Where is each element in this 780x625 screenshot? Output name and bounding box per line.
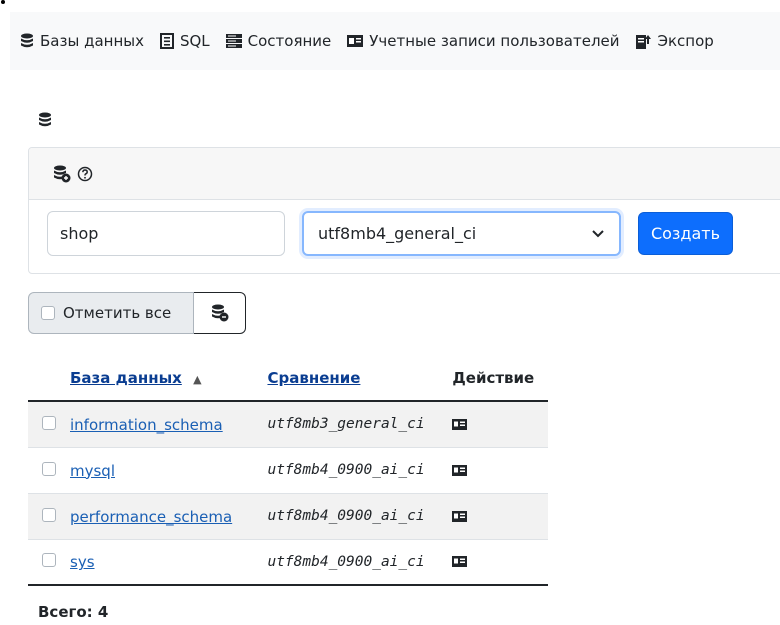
nav-label: Состояние [247,32,332,50]
action-cell [452,493,548,539]
check-all-checkbox[interactable] [41,306,55,320]
nav-label: Экспор [657,32,714,50]
privileges-icon[interactable] [452,556,468,568]
export-icon [635,35,651,49]
nav-item-sql[interactable]: SQL [159,32,210,50]
database-name-cell: sys [70,539,259,585]
table-row: performance_schema utf8mb4_0900_ai_ci [28,493,548,539]
database-link[interactable]: information_schema [70,416,223,434]
privileges-icon[interactable] [452,510,468,522]
row-checkbox-cell [28,401,70,447]
nav-item-status[interactable]: Состояние [225,32,332,50]
check-all-label: Отметить все [63,304,172,322]
database-icon [39,112,51,127]
database-name-cell: information_schema [70,401,259,447]
collation-cell: utf8mb3_general_ci [267,416,425,433]
row-checkbox[interactable] [42,415,56,430]
row-checkbox-cell [28,447,70,493]
database-link[interactable]: mysql [70,462,115,480]
nav-label: Учетные записи пользователей [369,32,620,50]
drop-database-button[interactable] [194,292,246,334]
database-remove-icon [211,304,228,322]
sort-by-collation-link[interactable]: Сравнение [267,369,360,387]
top-navigation: Базы данных SQL Состояние Учетные записи… [10,12,780,70]
table-row: sys utf8mb4_0900_ai_ci [28,539,548,585]
sort-by-database-link[interactable]: База данных [70,369,182,387]
database-link[interactable]: performance_schema [70,508,232,526]
nav-item-user-accounts[interactable]: Учетные записи пользователей [347,32,620,50]
collation-selected-value: utf8mb4_general_ci [318,224,477,243]
status-icon [225,34,242,48]
row-checkbox-cell [28,539,70,585]
sort-icon[interactable]: ▲ [193,373,201,386]
collation-cell: utf8mb4_0900_ai_ci [267,553,425,570]
total-count: Всего: 4 [38,603,109,621]
header-collation: Сравнение [259,356,453,402]
row-checkbox[interactable] [42,507,56,522]
collation-cell: utf8mb4_0900_ai_ci [267,462,425,478]
nav-item-databases[interactable]: Базы данных [20,32,144,50]
database-name-input[interactable] [47,211,285,256]
action-cell [452,401,548,447]
nav-label: Базы данных [40,32,144,50]
row-checkbox-cell [28,493,70,539]
card-header [29,148,780,200]
database-name-cell: mysql [70,447,259,493]
chevron-down-icon [592,229,604,237]
help-icon[interactable] [77,166,93,182]
action-cell [452,447,548,493]
collation-select[interactable]: utf8mb4_general_ci [302,211,621,256]
database-add-icon [54,165,71,182]
corner-dot [1,0,5,4]
header-database: База данных ▲ [70,356,260,402]
sql-icon [159,33,174,49]
row-checkbox[interactable] [42,553,56,568]
check-all-toggle[interactable]: Отметить все [28,292,194,334]
privileges-icon[interactable] [452,464,468,476]
create-database-button[interactable]: Создать [638,212,733,255]
action-cell [452,539,548,585]
header-action: Действие [452,356,548,402]
create-database-card: utf8mb4_general_ci Создать [28,147,780,274]
nav-label: SQL [179,32,210,50]
privileges-icon[interactable] [452,418,468,430]
user-accounts-icon [347,35,364,47]
header-checkbox-cell [28,356,70,402]
table-row: mysql utf8mb4_0900_ai_ci [28,447,548,493]
table-row: information_schema utf8mb3_general_ci [28,401,548,447]
databases-table: База данных ▲ Сравнение Действие informa… [28,356,548,586]
row-checkbox[interactable] [42,461,56,476]
database-link[interactable]: sys [70,553,95,571]
collation-cell: utf8mb4_0900_ai_ci [267,508,425,524]
database-icon [21,33,33,48]
database-name-cell: performance_schema [70,493,259,539]
table-header-row: База данных ▲ Сравнение Действие [28,356,548,402]
nav-item-export[interactable]: Экспор [635,32,714,50]
